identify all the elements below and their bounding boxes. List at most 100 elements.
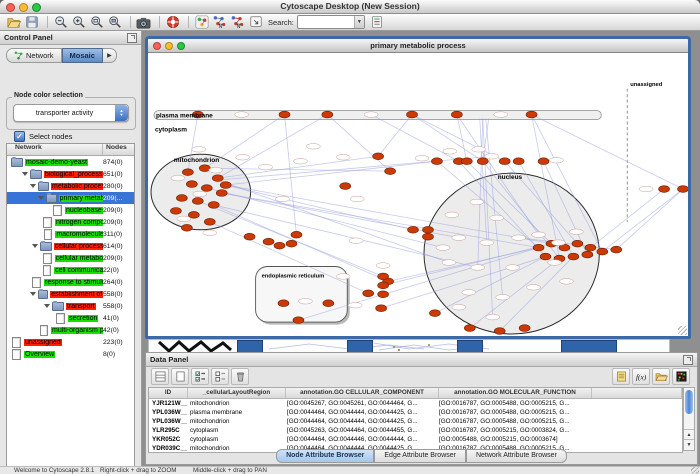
network-node[interactable] <box>212 175 223 182</box>
import-attributes-icon[interactable] <box>652 368 670 385</box>
zoom-selected-icon[interactable] <box>107 15 122 30</box>
network-node[interactable] <box>378 273 389 280</box>
network-node[interactable] <box>192 198 203 205</box>
network-node[interactable] <box>291 231 302 238</box>
open-file-icon[interactable] <box>6 15 21 30</box>
search-dropdown-arrow-icon[interactable]: ▼ <box>354 16 364 28</box>
table-row[interactable]: YPL036W__2plasma membrane[GO:0044464, GO… <box>149 408 682 417</box>
matrix-view-icon[interactable] <box>672 368 690 385</box>
network-node[interactable] <box>611 246 622 253</box>
table-row[interactable]: YKR052Ccytoplasm[GO:0044464, GO:0044446,… <box>149 435 682 444</box>
network-node[interactable] <box>176 195 187 202</box>
float-panel-icon[interactable] <box>127 33 137 43</box>
tree-row[interactable]: establishment of lo558(0) <box>7 288 134 300</box>
network-node[interactable] <box>461 158 472 165</box>
float-data-panel-icon[interactable] <box>683 355 693 365</box>
network-node[interactable] <box>181 224 192 231</box>
table-column-header[interactable]: _cellularLayoutRegion <box>188 388 286 398</box>
network-node[interactable] <box>678 186 688 193</box>
network-edge[interactable] <box>284 115 296 235</box>
snapshot-icon[interactable] <box>136 15 151 30</box>
network-edge[interactable] <box>327 115 390 172</box>
network-node[interactable] <box>659 186 670 193</box>
network-node[interactable] <box>186 181 197 188</box>
tab-network[interactable]: Network <box>6 48 62 63</box>
network-node[interactable] <box>582 251 593 258</box>
network-window-titlebar[interactable]: primary metabolic process <box>148 39 688 53</box>
network-node[interactable] <box>464 325 475 332</box>
table-column-header[interactable] <box>592 388 682 398</box>
node-color-dropdown[interactable]: transporter activity ▲▼ <box>13 104 129 122</box>
save-icon[interactable] <box>24 15 39 30</box>
tree-row[interactable]: nitrogen compo209(0) <box>7 216 134 228</box>
network-node[interactable] <box>385 168 396 175</box>
network-node[interactable] <box>216 190 227 197</box>
tree-row[interactable]: primary metabol209(... <box>7 192 134 204</box>
network-node[interactable] <box>519 325 530 332</box>
tree-row[interactable]: response to stimulu264(0) <box>7 276 134 288</box>
create-attribute-icon[interactable] <box>171 368 189 385</box>
network-node[interactable] <box>274 242 285 249</box>
tree-row[interactable]: cellular metabol209(0) <box>7 252 134 264</box>
disclosure-triangle-icon[interactable] <box>30 292 36 296</box>
network-node[interactable] <box>220 182 231 189</box>
network-node[interactable] <box>597 248 608 255</box>
tree-row[interactable]: transport558(0) <box>7 300 134 312</box>
zoom-out-icon[interactable] <box>53 15 68 30</box>
notes-icon[interactable] <box>612 368 630 385</box>
search-input[interactable] <box>298 17 354 27</box>
network-node[interactable] <box>408 226 419 233</box>
network-node[interactable] <box>585 244 596 251</box>
network-node[interactable] <box>513 158 524 165</box>
disclosure-triangle-icon[interactable] <box>44 304 50 308</box>
network-node[interactable] <box>407 111 418 118</box>
network-node[interactable] <box>568 253 579 260</box>
disclosure-triangle-icon[interactable] <box>22 172 28 176</box>
network-edge[interactable] <box>412 115 483 162</box>
network-node[interactable] <box>422 233 433 240</box>
network-canvas[interactable]: plasma membranecytoplasmmitochondrionnuc… <box>148 53 688 336</box>
network-node[interactable] <box>293 317 304 324</box>
tab-edge-attribute-browser[interactable]: Edge Attribute Browser <box>374 449 466 463</box>
tree-row[interactable]: cell communicat22(0) <box>7 264 134 276</box>
disclosure-triangle-icon[interactable] <box>30 184 36 188</box>
app-resize-grip[interactable] <box>691 467 699 474</box>
tree-column-nodes[interactable]: Nodes <box>103 144 134 155</box>
disclosure-triangle-icon[interactable] <box>38 196 44 200</box>
table-column-header[interactable]: annotation.GO CELLULAR_COMPONENT <box>286 388 439 398</box>
network-node[interactable] <box>533 244 544 251</box>
attribute-table[interactable]: ID_cellularLayoutRegionannotation.GO CEL… <box>148 387 683 453</box>
network-node[interactable] <box>572 240 583 247</box>
network-node[interactable] <box>279 111 290 118</box>
zoom-in-icon[interactable] <box>71 15 86 30</box>
network-node[interactable] <box>204 218 215 225</box>
network-node[interactable] <box>540 253 551 260</box>
network-node[interactable] <box>182 169 193 176</box>
network-graph[interactable]: plasma membranecytoplasmmitochondrionnuc… <box>148 53 688 336</box>
select-nodes-checkbox[interactable]: ✓ <box>14 131 25 142</box>
tree-row[interactable]: macromolecule311(0) <box>7 228 134 240</box>
network-edge[interactable] <box>532 115 683 189</box>
network-node[interactable] <box>429 310 440 317</box>
annotation-icon[interactable] <box>248 15 263 30</box>
attribute-editor-icon[interactable] <box>151 368 169 385</box>
tree-row[interactable]: mosaic-demo-yeast874(0) <box>7 156 134 168</box>
zoom-fit-icon[interactable] <box>89 15 104 30</box>
network-node[interactable] <box>494 328 505 335</box>
network-node[interactable] <box>422 226 433 233</box>
help-icon[interactable] <box>165 15 180 30</box>
network-node[interactable] <box>322 111 333 118</box>
network-node[interactable] <box>244 233 255 240</box>
create-network-from-selected-nodes-icon[interactable]: N <box>212 15 227 30</box>
disclosure-triangle-icon[interactable] <box>32 244 38 248</box>
network-node[interactable] <box>378 282 389 289</box>
scrollbar-thumb[interactable] <box>685 390 693 414</box>
network-node[interactable] <box>477 158 488 165</box>
table-row[interactable]: YPL036W__1mitochondrion[GO:0044464, GO:0… <box>149 417 682 426</box>
network-node[interactable] <box>363 290 374 297</box>
tab-network-attribute-browser[interactable]: Network Attribute Browser <box>466 449 567 463</box>
network-node[interactable] <box>340 183 351 190</box>
unselect-attributes-icon[interactable] <box>211 368 229 385</box>
table-row[interactable]: YJR121W__1mitochondrion[GO:0045267, GO:0… <box>149 399 682 408</box>
network-edge[interactable] <box>226 161 437 185</box>
